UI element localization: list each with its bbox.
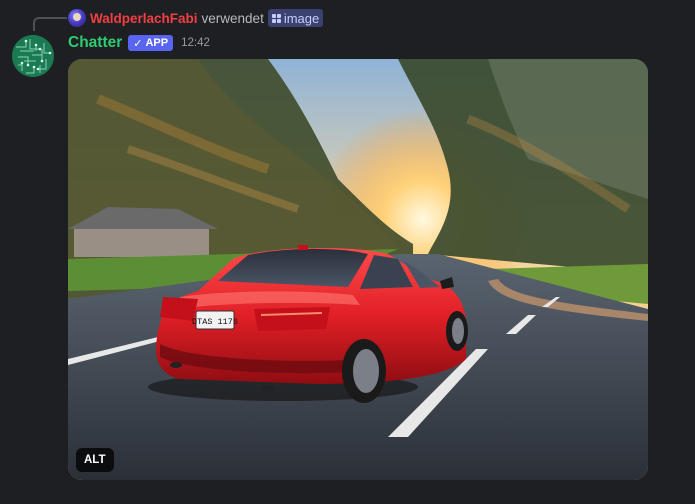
command-grid-icon [271,13,281,23]
reply-username[interactable]: WaldperlachFabi [90,11,198,26]
slash-command-name: image [283,10,320,26]
app-badge: ✓ APP [128,35,174,51]
reply-connector [33,17,67,31]
message-header: Chatter ✓ APP 12:42 [68,33,210,53]
reply-verb: verwendet [201,10,264,26]
reply-avatar[interactable] [68,9,86,27]
reply-context[interactable]: WaldperlachFabi verwendet image [68,8,324,28]
license-plate-text: DTAS 1176 [192,317,238,327]
app-badge-label: APP [145,37,169,49]
timestamp[interactable]: 12:42 [181,37,210,49]
circuit-avatar-icon [12,35,54,77]
red-car-photo: DTAS 1176 [68,59,648,480]
slash-command-chip[interactable]: image [267,9,324,27]
avatar[interactable] [12,35,54,77]
checkmark-icon: ✓ [133,37,143,50]
image-attachment[interactable]: DTAS 1176 ALT [68,59,648,480]
alt-text-button[interactable]: ALT [76,448,114,472]
bot-username[interactable]: Chatter [68,34,122,52]
